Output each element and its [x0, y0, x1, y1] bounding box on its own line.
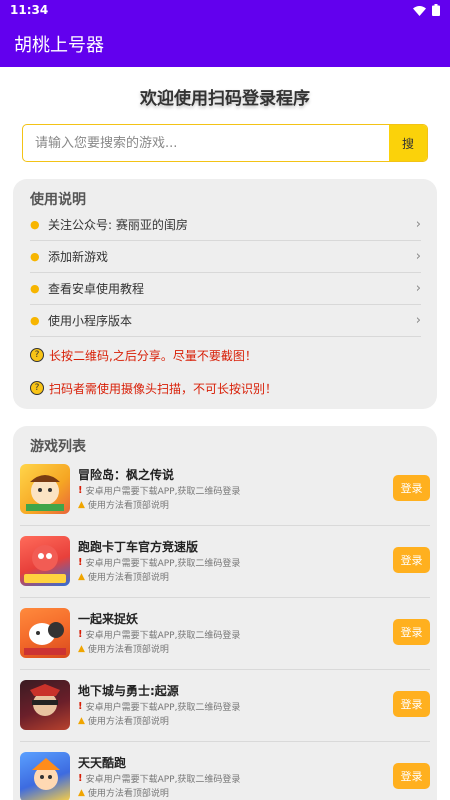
- game-list-card: 游戏列表 冒险岛：枫之传说 ! 安卓用户需要下载APP,获取二维码登录 ▲ 使用方法…: [13, 426, 437, 800]
- status-icons: [413, 4, 440, 16]
- game-hint-text: 使用方法看顶部说明: [87, 501, 169, 511]
- game-name: 天天酷跑: [78, 756, 127, 770]
- warning-triangle-icon: ▲: [78, 787, 85, 798]
- warning-long-press: ? 长按二维码,之后分享。尽量不要截图！: [30, 340, 421, 370]
- game-hint: ▲ 使用方法看顶部说明: [78, 714, 169, 728]
- wifi-icon: [413, 5, 426, 16]
- game-note: ! 安卓用户需要下载APP,获取二维码登录: [78, 700, 240, 713]
- login-button-label: 登录: [400, 555, 423, 567]
- lightbulb-icon: ●: [30, 250, 40, 263]
- search-button[interactable]: 搜: [389, 125, 427, 161]
- login-button-label: 登录: [400, 699, 423, 711]
- game-hint-text: 使用方法看顶部说明: [87, 645, 169, 655]
- warning-label: 扫码者需使用摄像头扫描，不可长按识别！: [49, 381, 278, 396]
- battery-icon: [432, 4, 440, 16]
- warning-triangle-icon: ▲: [78, 643, 85, 654]
- exclamation-icon: !: [78, 557, 83, 568]
- instruction-label: 使用小程序版本: [48, 314, 133, 328]
- instruction-label: 查看安卓使用教程: [48, 282, 145, 296]
- login-button[interactable]: 登录: [393, 547, 430, 573]
- maplestory-icon: [20, 464, 70, 514]
- game-note-text: 安卓用户需要下载APP,获取二维码登录: [85, 487, 241, 497]
- game-note: ! 安卓用户需要下载APP,获取二维码登录: [78, 628, 240, 641]
- catch-monster-icon: [20, 608, 70, 658]
- game-hint-text: 使用方法看顶部说明: [87, 717, 169, 727]
- game-hint-text: 使用方法看顶部说明: [87, 789, 169, 799]
- search-box: 搜: [22, 124, 428, 162]
- game-hint: ▲ 使用方法看顶部说明: [78, 570, 169, 584]
- login-button-label: 登录: [400, 483, 423, 495]
- login-button[interactable]: 登录: [393, 619, 430, 645]
- instruction-label: 添加新游戏: [48, 250, 109, 264]
- instruction-item-add-game[interactable]: ● 添加新游戏 ›: [30, 241, 421, 273]
- warning-camera-scan: ? 扫码者需使用摄像头扫描，不可长按识别！: [30, 373, 421, 403]
- search-input[interactable]: [23, 125, 389, 161]
- game-note-text: 安卓用户需要下载APP,获取二维码登录: [85, 703, 241, 713]
- warning-badge-icon: ?: [30, 381, 44, 395]
- instruction-item-android-tutorial[interactable]: ● 查看安卓使用教程 ›: [30, 273, 421, 305]
- warning-badge-icon: ?: [30, 348, 44, 362]
- warning-triangle-icon: ▲: [78, 571, 85, 582]
- game-name: 跑跑卡丁车官方竞速版: [78, 540, 199, 554]
- game-row: 地下城与勇士:起源 ! 安卓用户需要下载APP,获取二维码登录 ▲ 使用方法看顶部说…: [20, 670, 430, 742]
- game-row: 跑跑卡丁车官方竞速版 ! 安卓用户需要下载APP,获取二维码登录 ▲ 使用方法看顶部…: [20, 526, 430, 598]
- login-button[interactable]: 登录: [393, 763, 430, 789]
- warning-triangle-icon: ▲: [78, 499, 85, 510]
- warning-triangle-icon: ▲: [78, 715, 85, 726]
- game-name: 地下城与勇士:起源: [78, 684, 179, 698]
- welcome-title: 欢迎使用扫码登录程序: [140, 89, 310, 109]
- game-note-text: 安卓用户需要下载APP,获取二维码登录: [85, 559, 241, 569]
- login-button[interactable]: 登录: [393, 691, 430, 717]
- exclamation-icon: !: [78, 485, 83, 496]
- lightbulb-icon: ●: [30, 314, 40, 327]
- game-name: 冒险岛：枫之传说: [78, 468, 175, 482]
- instructions-card: 使用说明 ● 关注公众号: 赛丽亚的闺房 › ● 添加新游戏 › ● 查看安卓使…: [13, 179, 437, 409]
- chevron-right-icon: ›: [415, 281, 421, 296]
- chevron-right-icon: ›: [415, 313, 421, 328]
- game-note-text: 安卓用户需要下载APP,获取二维码登录: [85, 631, 241, 641]
- game-note: ! 安卓用户需要下载APP,获取二维码登录: [78, 484, 240, 497]
- kartrider-icon: [20, 536, 70, 586]
- instructions-title: 使用说明: [30, 192, 86, 208]
- lightbulb-icon: ●: [30, 218, 40, 231]
- status-bar: 11:34: [0, 0, 450, 20]
- game-row: 天天酷跑 ! 安卓用户需要下载APP,获取二维码登录 ▲ 使用方法看顶部说明 登录: [20, 742, 430, 800]
- game-note: ! 安卓用户需要下载APP,获取二维码登录: [78, 556, 240, 569]
- exclamation-icon: !: [78, 629, 83, 640]
- login-button-label: 登录: [400, 771, 423, 783]
- login-button[interactable]: 登录: [393, 475, 430, 501]
- game-note: ! 安卓用户需要下载APP,获取二维码登录: [78, 772, 240, 785]
- app-title: 胡桃上号器: [14, 34, 104, 56]
- game-hint-text: 使用方法看顶部说明: [87, 573, 169, 583]
- chevron-right-icon: ›: [415, 249, 421, 264]
- game-hint: ▲ 使用方法看顶部说明: [78, 642, 169, 656]
- warning-label: 长按二维码,之后分享。尽量不要截图！: [49, 348, 257, 363]
- chevron-right-icon: ›: [415, 217, 421, 232]
- status-time: 11:34: [10, 3, 49, 17]
- dnf-icon: [20, 680, 70, 730]
- game-hint: ▲ 使用方法看顶部说明: [78, 498, 169, 512]
- parkour-icon: [20, 752, 70, 800]
- instruction-item-mini-program[interactable]: ● 使用小程序版本 ›: [30, 305, 421, 337]
- instruction-item-follow[interactable]: ● 关注公众号: 赛丽亚的闺房 ›: [30, 209, 421, 241]
- game-name: 一起来捉妖: [78, 612, 139, 626]
- game-note-text: 安卓用户需要下载APP,获取二维码登录: [85, 775, 241, 785]
- search-button-label: 搜: [401, 136, 414, 151]
- game-list-title: 游戏列表: [30, 439, 86, 455]
- game-row: 一起来捉妖 ! 安卓用户需要下载APP,获取二维码登录 ▲ 使用方法看顶部说明 登录: [20, 598, 430, 670]
- game-hint: ▲ 使用方法看顶部说明: [78, 786, 169, 800]
- lightbulb-icon: ●: [30, 282, 40, 295]
- exclamation-icon: !: [78, 773, 83, 784]
- app-bar: 胡桃上号器: [0, 20, 450, 67]
- exclamation-icon: !: [78, 701, 83, 712]
- login-button-label: 登录: [400, 627, 423, 639]
- instruction-label: 关注公众号: 赛丽亚的闺房: [48, 218, 188, 232]
- game-row: 冒险岛：枫之传说 ! 安卓用户需要下载APP,获取二维码登录 ▲ 使用方法看顶部说明…: [20, 454, 430, 526]
